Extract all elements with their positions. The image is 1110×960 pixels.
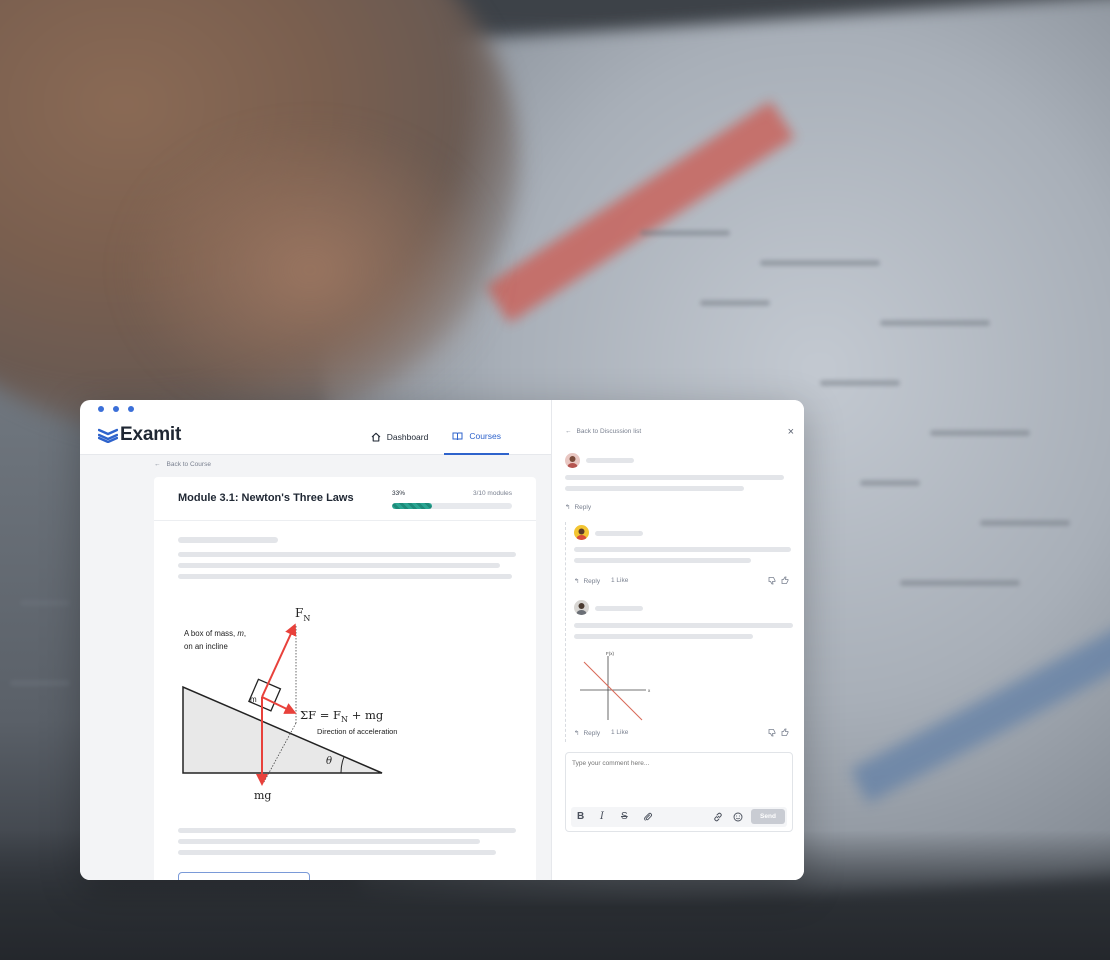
arrow-left-icon: ← bbox=[565, 428, 572, 435]
reply-label: Reply bbox=[574, 503, 592, 511]
net-force-equation: ΣF = FN + mg bbox=[300, 708, 384, 724]
nav-dashboard[interactable]: Dashboard bbox=[363, 418, 437, 455]
brand-name: Examit bbox=[120, 424, 182, 445]
reply-button[interactable]: ↰ Reply bbox=[574, 729, 601, 738]
text-placeholder bbox=[178, 828, 516, 833]
progress-bar bbox=[392, 503, 512, 509]
text-placeholder bbox=[178, 563, 500, 568]
back-to-discussion-link[interactable]: ← Back to Discussion list bbox=[565, 428, 641, 435]
text-placeholder bbox=[574, 623, 793, 628]
module-card: Module 3.1: Newton's Three Laws 33% 3/10… bbox=[154, 477, 536, 880]
thread-line bbox=[565, 522, 566, 742]
angle-label: θ bbox=[326, 756, 332, 767]
function-graph: F(x) x bbox=[580, 651, 651, 721]
graph-x-label: x bbox=[648, 688, 651, 693]
reply-icon: ↰ bbox=[565, 504, 571, 511]
app-window: Examit Dashboard Courses ← Back to Cours… bbox=[80, 400, 804, 880]
formatting-toolbar: B I S Send bbox=[571, 807, 787, 827]
nav-dashboard-label: Dashboard bbox=[386, 431, 429, 442]
emoji-icon[interactable] bbox=[733, 812, 743, 822]
course-pane: Examit Dashboard Courses ← Back to Cours… bbox=[80, 400, 551, 880]
normal-force-label: FN bbox=[295, 606, 310, 623]
incline-diagram: m FN A box of mass, m, on an incline ΣF … bbox=[182, 606, 397, 802]
arrow-left-icon: ← bbox=[154, 461, 161, 468]
comment-composer: B I S Send bbox=[565, 752, 793, 832]
link-icon[interactable] bbox=[713, 812, 723, 822]
reply-label: Reply bbox=[583, 577, 601, 585]
progress-percent: 33% bbox=[392, 490, 406, 497]
reply-button[interactable]: ↰ Reply bbox=[574, 577, 601, 586]
home-icon bbox=[371, 432, 381, 442]
strikethrough-button[interactable]: S bbox=[621, 811, 628, 822]
progress-modules: 3/10 modules bbox=[472, 490, 512, 497]
text-placeholder bbox=[178, 850, 496, 855]
text-placeholder bbox=[574, 558, 751, 563]
thumbs-up-icon[interactable] bbox=[781, 728, 790, 737]
thumbs-down-icon[interactable] bbox=[768, 576, 777, 585]
send-button[interactable]: Send bbox=[751, 809, 785, 824]
module-header: Module 3.1: Newton's Three Laws 33% 3/10… bbox=[154, 477, 536, 521]
outline-button[interactable] bbox=[178, 872, 310, 880]
avatar bbox=[565, 453, 580, 468]
text-placeholder bbox=[565, 475, 784, 480]
nav-courses-label: Courses bbox=[469, 430, 501, 441]
module-title: Module 3.1: Newton's Three Laws bbox=[178, 492, 354, 504]
comment-input[interactable] bbox=[572, 760, 782, 767]
author-placeholder bbox=[586, 458, 634, 463]
box-caption-line2: on an incline bbox=[184, 642, 228, 651]
weight-label: mg bbox=[254, 789, 271, 802]
reply-button[interactable]: ↰ Reply bbox=[565, 503, 592, 512]
text-placeholder bbox=[178, 574, 512, 579]
reply-icon: ↰ bbox=[574, 730, 580, 737]
bold-button[interactable]: B bbox=[577, 811, 584, 822]
box-caption: A box of mass, m, bbox=[184, 629, 246, 638]
text-placeholder bbox=[574, 547, 791, 552]
graph-y-label: F(x) bbox=[606, 651, 614, 656]
book-icon bbox=[452, 432, 463, 440]
back-to-course-label: Back to Course bbox=[166, 461, 211, 468]
reply-icon: ↰ bbox=[574, 578, 580, 585]
normal-force-arrow bbox=[261, 623, 297, 698]
text-placeholder bbox=[178, 537, 278, 543]
thumbs-down-icon[interactable] bbox=[768, 728, 777, 737]
back-to-discussion-label: Back to Discussion list bbox=[576, 428, 642, 435]
progress-bar-fill bbox=[392, 503, 432, 509]
attachment-icon[interactable] bbox=[643, 812, 653, 822]
logo-icon bbox=[98, 428, 118, 443]
text-placeholder bbox=[178, 839, 480, 844]
acceleration-label: Direction of acceleration bbox=[317, 727, 397, 736]
italic-button[interactable]: I bbox=[600, 811, 604, 822]
text-placeholder bbox=[574, 634, 753, 639]
author-placeholder bbox=[595, 531, 643, 536]
like-count[interactable]: 1 Like bbox=[611, 729, 628, 736]
like-count[interactable]: 1 Like bbox=[611, 577, 628, 584]
author-placeholder bbox=[595, 606, 643, 611]
brand-logo[interactable]: Examit bbox=[98, 424, 181, 446]
discussion-pane: ← Back to Discussion list × ↰ Reply ↰ Re… bbox=[551, 400, 804, 880]
avatar bbox=[574, 525, 589, 540]
reply-label: Reply bbox=[583, 729, 601, 737]
text-placeholder bbox=[178, 552, 516, 557]
thumbs-up-icon[interactable] bbox=[781, 576, 790, 585]
avatar bbox=[574, 600, 589, 615]
main-nav: Dashboard Courses bbox=[363, 418, 551, 455]
nav-courses[interactable]: Courses bbox=[444, 418, 509, 455]
box-label: m bbox=[250, 695, 257, 704]
back-to-course-link[interactable]: ← Back to Course bbox=[154, 461, 211, 468]
close-icon[interactable]: × bbox=[788, 426, 794, 438]
top-nav-bar: Examit Dashboard Courses bbox=[80, 418, 551, 455]
text-placeholder bbox=[565, 486, 744, 491]
